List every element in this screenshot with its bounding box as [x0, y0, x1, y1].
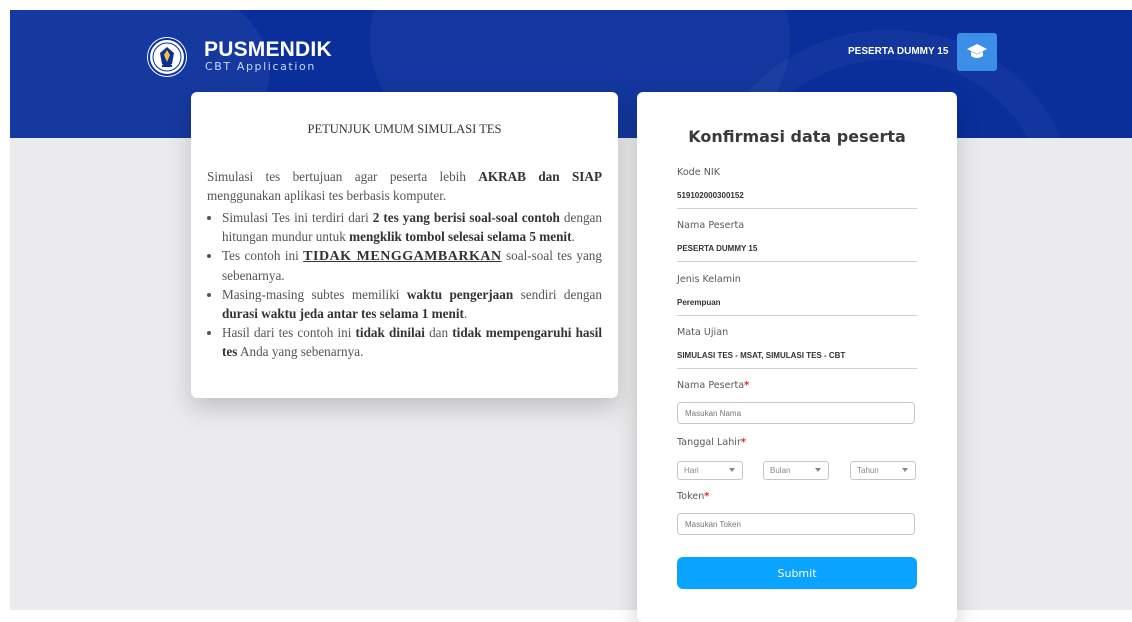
day-select[interactable]: Hari [677, 461, 743, 480]
list-item: Masing-masing subtes memiliki waktu peng… [222, 285, 602, 323]
chevron-down-icon [815, 468, 821, 472]
nama-value: PESERTA DUMMY 15 [677, 244, 758, 253]
month-select[interactable]: Bulan [763, 461, 829, 480]
list-item: Tes contoh ini TIDAK MENGGAMBARKAN soal-… [222, 246, 602, 285]
form-title: Konfirmasi data peserta [688, 127, 906, 146]
confirmation-form-card: Konfirmasi data peserta Kode NIK 5191020… [637, 92, 957, 622]
jenis-kelamin-label: Jenis Kelamin [677, 274, 741, 285]
nik-value: 519102000300152 [677, 191, 744, 200]
mata-ujian-label: Mata Ujian [677, 327, 729, 338]
user-name[interactable]: PESERTA DUMMY 15 [848, 46, 948, 57]
instructions-intro: Simulasi tes bertujuan agar peserta lebi… [207, 169, 603, 203]
tut-wuri-handayani-emblem-icon [148, 38, 186, 76]
mata-ujian-value: SIMULASI TES - MSAT, SIMULASI TES - CBT [677, 351, 846, 360]
nama-input[interactable] [677, 402, 915, 424]
brand-title: PUSMENDIK [204, 38, 332, 61]
nama-label: Nama Peserta [677, 220, 745, 231]
instructions-list: Simulasi Tes ini terdiri dari 2 tes yang… [207, 208, 602, 361]
instructions-card: PETUNJUK UMUM SIMULASI TES Simulasi tes … [191, 92, 618, 398]
instructions-body: Simulasi tes bertujuan agar peserta lebi… [207, 167, 602, 361]
chevron-down-icon [729, 468, 735, 472]
token-input[interactable] [677, 513, 915, 535]
list-item: Hasil dari tes contoh ini tidak dinilai … [222, 323, 602, 361]
nik-label: Kode NIK [677, 167, 721, 178]
jenis-kelamin-value: Perempuan [677, 298, 721, 307]
instructions-title: PETUNJUK UMUM SIMULASI TES [307, 122, 502, 136]
token-label: Token* [677, 491, 710, 502]
graduation-cap-icon [967, 44, 987, 58]
nama-input-label: Nama Peserta* [677, 380, 750, 391]
user-avatar-button[interactable] [957, 33, 997, 71]
tanggal-lahir-label: Tanggal Lahir* [677, 437, 746, 448]
submit-button[interactable]: Submit [677, 557, 917, 589]
year-select[interactable]: Tahun [850, 461, 916, 480]
chevron-down-icon [902, 468, 908, 472]
list-item: Simulasi Tes ini terdiri dari 2 tes yang… [222, 208, 602, 246]
brand-subtitle: CBT Application [205, 60, 316, 73]
